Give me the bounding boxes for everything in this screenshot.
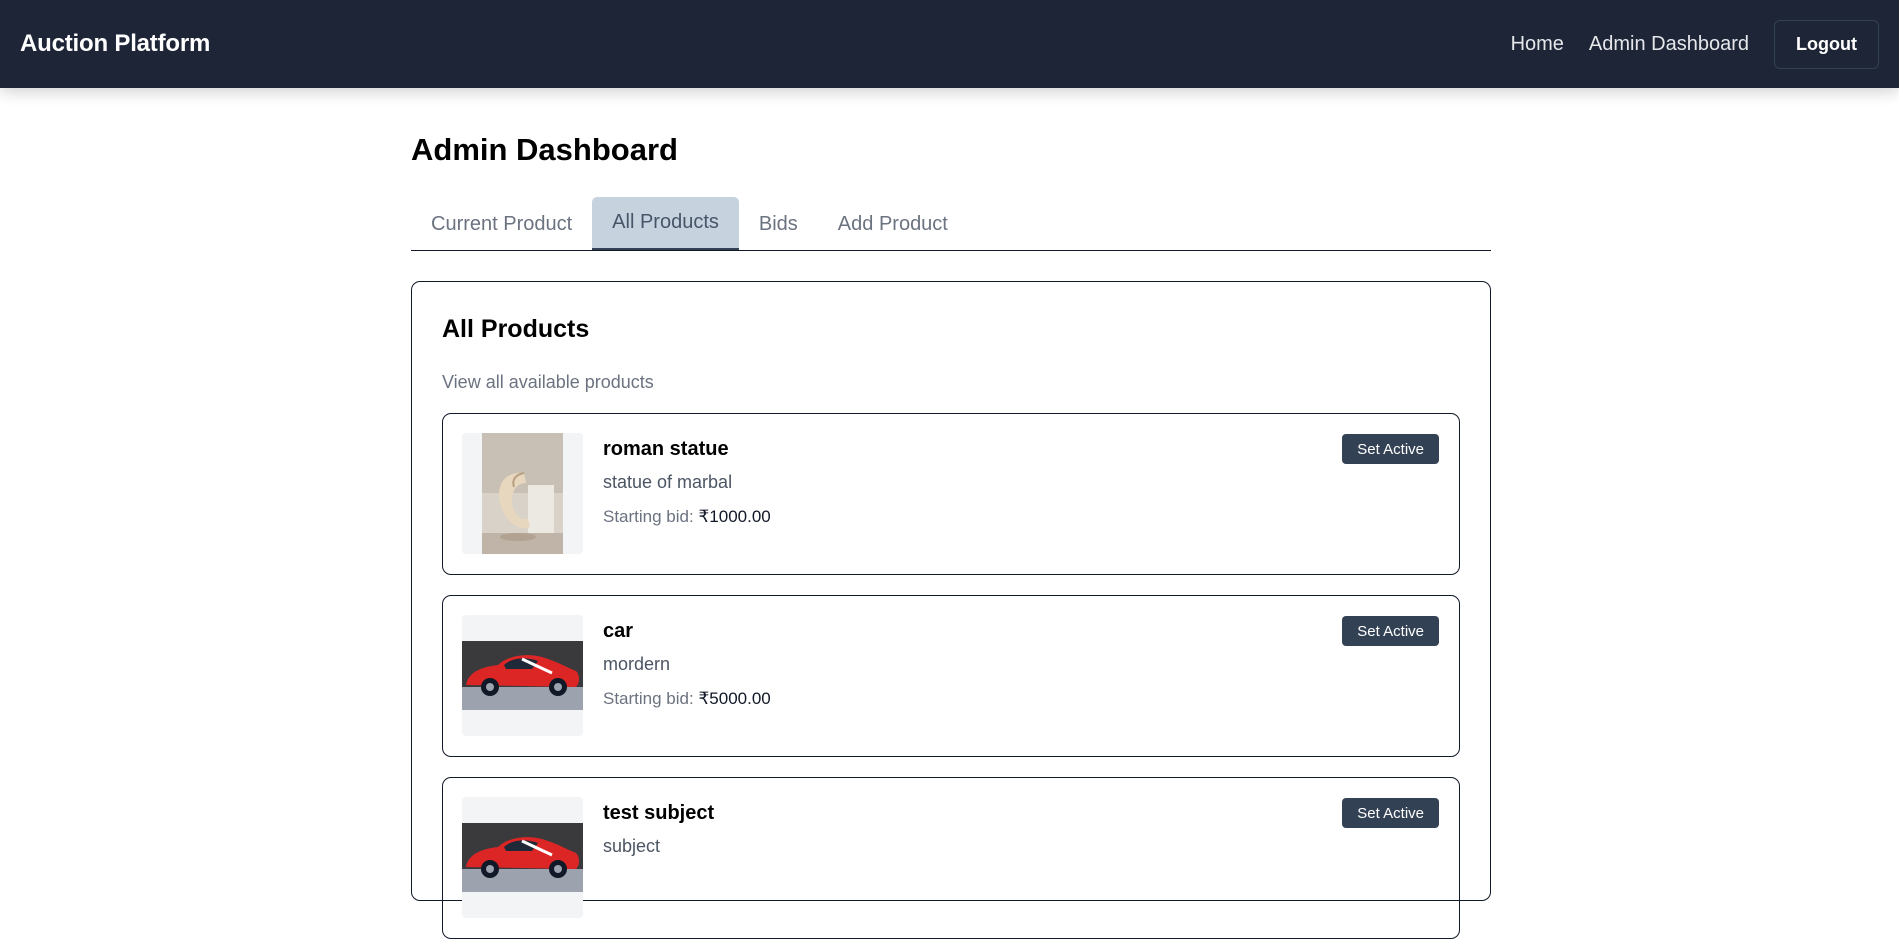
starting-bid-label: Starting bid: [603, 507, 694, 526]
red-car-photo-icon [462, 615, 583, 736]
set-active-button[interactable]: Set Active [1342, 798, 1439, 828]
product-name: roman statue [603, 438, 729, 460]
nav-link-admin-dashboard[interactable]: Admin Dashboard [1589, 33, 1749, 56]
panel-subtitle: View all available products [442, 372, 654, 392]
tab-add-product[interactable]: Add Product [818, 198, 968, 250]
product-description: statue of marbal [603, 472, 733, 492]
tab-all-products[interactable]: All Products [592, 197, 739, 250]
tab-bids[interactable]: Bids [739, 198, 818, 250]
starting-bid: Starting bid: ₹1000.00 [603, 507, 771, 527]
panel-title: All Products [442, 315, 590, 343]
product-card: car mordern Starting bid: ₹5000.00 Set A… [442, 595, 1460, 757]
nav-link-home[interactable]: Home [1511, 33, 1564, 56]
product-card: test subject subject Set Active [442, 777, 1460, 939]
product-name: car [603, 620, 634, 642]
page-title: Admin Dashboard [411, 132, 678, 167]
set-active-button[interactable]: Set Active [1342, 616, 1439, 646]
product-image [462, 797, 583, 918]
starting-bid: Starting bid: ₹5000.00 [603, 689, 771, 709]
all-products-panel: All Products View all available products… [411, 281, 1491, 939]
product-image [462, 615, 583, 736]
red-car-photo-icon [462, 797, 583, 918]
product-name: test subject [603, 802, 715, 824]
starting-bid-label: Starting bid: [603, 689, 694, 708]
top-navbar: Auction Platform Home Admin Dashboard Lo… [0, 0, 1899, 88]
set-active-button[interactable]: Set Active [1342, 434, 1439, 464]
statue-photo-icon [462, 433, 583, 554]
tab-current-product[interactable]: Current Product [411, 198, 592, 250]
product-card: roman statue statue of marbal Starting b… [442, 413, 1460, 575]
starting-bid-amount: ₹5000.00 [698, 689, 771, 708]
product-description: subject [603, 836, 661, 856]
brand-logo-text[interactable]: Auction Platform [20, 30, 210, 58]
starting-bid-amount: ₹1000.00 [698, 507, 771, 526]
product-description: mordern [603, 654, 671, 674]
product-image [462, 433, 583, 554]
tab-bar: Current Product All Products Bids Add Pr… [411, 197, 1491, 251]
nav-links: Home Admin Dashboard Logout [1511, 19, 1879, 69]
logout-button[interactable]: Logout [1774, 19, 1879, 69]
